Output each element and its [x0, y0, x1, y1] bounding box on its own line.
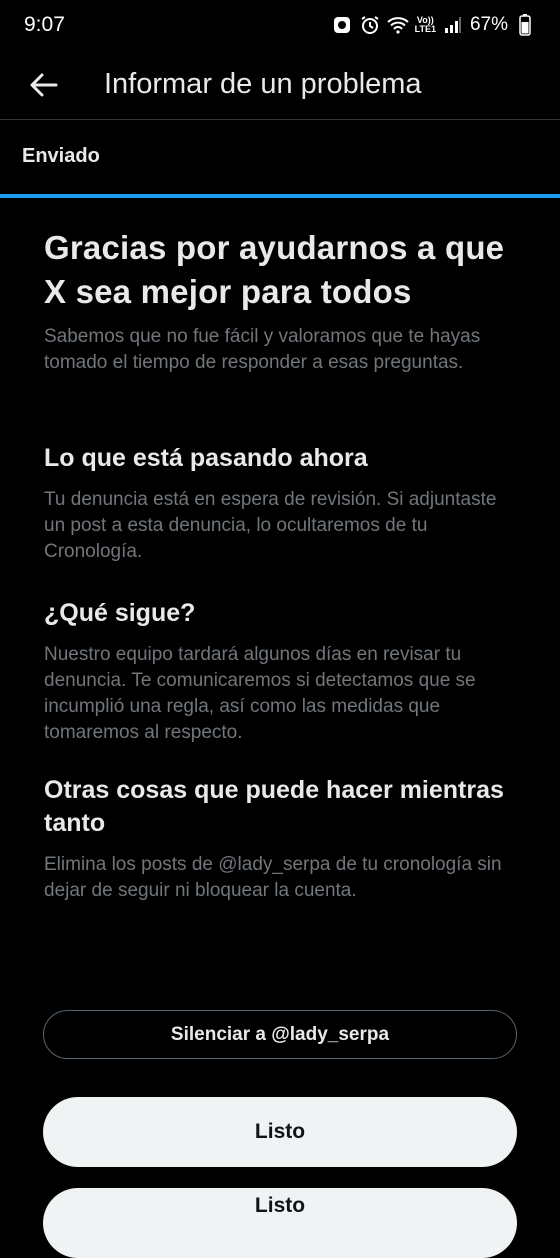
section-title-other: Otras cosas que puede hacer mientras tan… — [44, 776, 504, 837]
status-bar: 9:07 Vo)) LTE1 67% — [0, 0, 560, 50]
page-title: Informar de un problema — [104, 68, 422, 100]
section-title-now: Lo que está pasando ahora — [44, 444, 368, 472]
tab-active-indicator — [0, 194, 560, 198]
second-done-button[interactable]: Listo — [43, 1188, 517, 1258]
tab-bar: Enviado — [0, 121, 560, 198]
mute-account-button[interactable]: Silenciar a @lady_serpa — [43, 1010, 517, 1059]
arrow-left-icon — [30, 73, 58, 96]
section-title-next: ¿Qué sigue? — [44, 599, 196, 627]
app-bar: Informar de un problema — [0, 50, 560, 120]
lte-indicator: Vo)) LTE1 — [415, 16, 436, 34]
done-button[interactable]: Listo — [43, 1097, 517, 1167]
section-body-other: Elimina los posts de @lady_serpa de tu c… — [44, 854, 502, 901]
section-body-now: Tu denuncia está en espera de revisión. … — [44, 489, 497, 562]
alarm-icon — [359, 14, 381, 36]
confirmation-heading: Gracias por ayudarnos a que X sea mejor … — [44, 229, 505, 310]
back-button[interactable] — [24, 65, 64, 105]
status-time: 9:07 — [24, 13, 65, 36]
wifi-icon — [386, 14, 409, 36]
status-icons: Vo)) LTE1 67% — [331, 14, 536, 36]
report-confirmation: Gracias por ayudarnos a que X sea mejor … — [44, 226, 520, 904]
section-body-next: Nuestro equipo tardará algunos días en r… — [44, 644, 476, 743]
tab-sent[interactable]: Enviado — [22, 145, 100, 168]
app-notification-icon — [331, 14, 353, 36]
lte-label: LTE1 — [414, 24, 436, 34]
battery-icon — [514, 14, 536, 36]
battery-percent: 67% — [469, 14, 508, 35]
confirmation-subheading: Sabemos que no fue fácil y valoramos que… — [44, 326, 481, 373]
signal-icon — [442, 14, 464, 36]
